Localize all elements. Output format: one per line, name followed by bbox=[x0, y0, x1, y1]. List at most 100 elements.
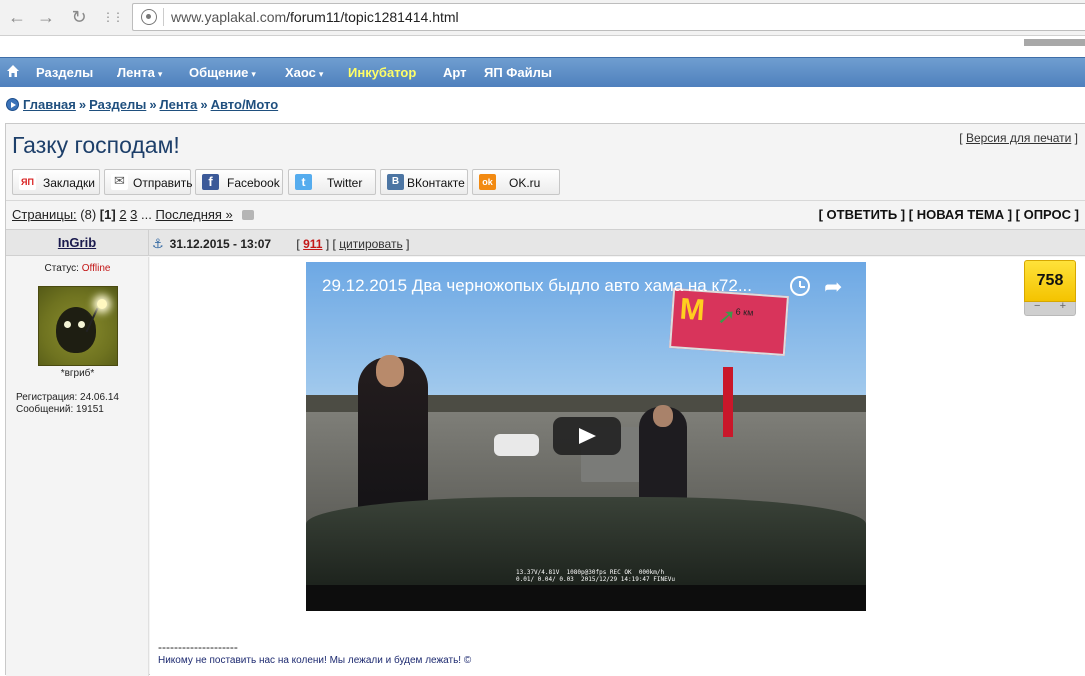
omnibox-separator bbox=[163, 8, 164, 26]
yap-icon: ЯП bbox=[19, 174, 36, 190]
browser-toolbar: ← → ↻ ⋮⋮ www.yaplakal.com/forum11/topic1… bbox=[0, 0, 1085, 36]
video-frame-sign bbox=[723, 367, 733, 437]
pagination: Страницы: (8) [1] 2 3 ... Последняя » bbox=[12, 207, 255, 222]
nav-files[interactable]: ЯП Файлы bbox=[484, 65, 552, 80]
page-link-3[interactable]: 3 bbox=[130, 207, 137, 222]
watch-later-icon[interactable] bbox=[790, 276, 810, 296]
topic-actions[interactable]: [ ОТВЕТИТЬ ] [ НОВАЯ ТЕМА ] [ ОПРОС ] bbox=[819, 207, 1079, 222]
nav-chaos[interactable]: Хаос ▾ bbox=[285, 65, 323, 80]
billboard-text: 6 км bbox=[735, 306, 754, 318]
rating-controls: − + bbox=[1024, 300, 1076, 316]
share-twitter-button[interactable]: t Twitter bbox=[288, 169, 376, 195]
avatar[interactable] bbox=[38, 286, 118, 366]
share-label: OK.ru bbox=[509, 176, 541, 190]
pagination-row: Страницы: (8) [1] 2 3 ... Последняя » [ … bbox=[6, 200, 1085, 228]
breadcrumb-feed[interactable]: Лента bbox=[160, 97, 198, 112]
messages-row: Сообщений: 19151 bbox=[16, 404, 119, 416]
youtube-video-player[interactable]: M ➚ 6 км 13.37V/4.81V 1080p@30fps REC OK… bbox=[306, 262, 866, 611]
video-title[interactable]: 29.12.2015 Два черножопых быдло авто хам… bbox=[322, 276, 752, 296]
video-letterbox bbox=[306, 585, 866, 611]
breadcrumb-sep: » bbox=[200, 97, 208, 112]
ok-icon: ok bbox=[479, 174, 496, 190]
share-vk-button[interactable]: В ВКонтакте bbox=[380, 169, 468, 195]
url-path: /forum11/topic1281414.html bbox=[286, 9, 459, 25]
post-date: 31.12.2015 - 13:07 bbox=[169, 237, 272, 251]
author-link[interactable]: InGrib bbox=[58, 235, 96, 250]
share-label: Отправить bbox=[133, 176, 193, 190]
nav-chat[interactable]: Общение ▾ bbox=[189, 65, 256, 80]
video-frame-person bbox=[358, 355, 428, 517]
pages-label[interactable]: Страницы: bbox=[12, 207, 77, 222]
home-icon[interactable] bbox=[6, 64, 20, 78]
current-page: [1] bbox=[99, 207, 116, 222]
print-version: [ Версия для печати ] bbox=[959, 131, 1078, 145]
billboard-logo: M bbox=[678, 292, 706, 328]
share-email-button[interactable]: ✉ Отправить bbox=[104, 169, 193, 195]
post-author: InGrib bbox=[6, 230, 149, 255]
page-title: Газку господам! bbox=[12, 132, 180, 158]
messages-label: Сообщений: bbox=[16, 404, 74, 415]
topic-container: Газку господам! [ Версия для печати ] ЯП… bbox=[5, 123, 1085, 676]
share-bookmarks-button[interactable]: ЯП Закладки bbox=[12, 169, 100, 195]
last-page-link[interactable]: Последняя » bbox=[156, 207, 233, 222]
url-text[interactable]: www.yaplakal.com/forum11/topic1281414.ht… bbox=[171, 9, 459, 25]
nav-feed-label: Лента bbox=[117, 65, 155, 80]
breadcrumb-sep: » bbox=[149, 97, 157, 112]
post-number[interactable]: 911 bbox=[303, 237, 322, 251]
share-label: Facebook bbox=[227, 176, 280, 190]
twitter-icon: t bbox=[295, 174, 312, 190]
lantern-shape bbox=[97, 299, 107, 309]
nav-incubator[interactable]: Инкубатор bbox=[348, 65, 416, 80]
author-nickname: *вгриб* bbox=[60, 368, 95, 379]
forward-button[interactable]: → bbox=[34, 6, 58, 28]
page-link-2[interactable]: 2 bbox=[119, 207, 126, 222]
quote-link[interactable]: цитировать bbox=[339, 237, 403, 251]
reload-button[interactable]: ↻ bbox=[67, 6, 91, 28]
nav-feed[interactable]: Лента ▾ bbox=[117, 65, 162, 80]
registration-row: Регистрация: 24.06.14 bbox=[16, 392, 119, 404]
breadcrumb-home[interactable]: Главная bbox=[23, 97, 76, 112]
status-badge: Offline bbox=[81, 263, 111, 274]
apps-button[interactable]: ⋮⋮ bbox=[100, 6, 124, 28]
site-info-icon[interactable] bbox=[141, 9, 157, 25]
nav-chat-label: Общение bbox=[189, 65, 249, 80]
rating-value: 758 bbox=[1024, 260, 1076, 302]
nav-art[interactable]: Арт bbox=[443, 65, 467, 80]
share-facebook-button[interactable]: f Facebook bbox=[195, 169, 283, 195]
billboard-arrow-icon: ➚ bbox=[716, 303, 737, 330]
post-meta: ⚓ 31.12.2015 - 13:07 [ 911 ] [ цитировать… bbox=[152, 236, 409, 252]
anchor-icon[interactable]: ⚓ bbox=[152, 236, 164, 251]
back-button[interactable]: ← bbox=[5, 6, 29, 28]
share-label: Закладки bbox=[43, 176, 95, 190]
dashcam-overlay: 13.37V/4.81V 1080p@30fps REC OK 000km/h … bbox=[516, 569, 675, 583]
vote-down-button[interactable]: − bbox=[1034, 300, 1040, 312]
post-rating: 758 − + bbox=[1024, 260, 1076, 316]
chevron-down-icon: ▾ bbox=[157, 69, 163, 79]
share-icon[interactable]: ➦ bbox=[824, 274, 842, 300]
facebook-icon: f bbox=[202, 174, 219, 190]
messages-count: 19151 bbox=[76, 404, 104, 415]
share-ok-button[interactable]: ok OK.ru bbox=[472, 169, 560, 195]
nav-chaos-label: Хаос bbox=[285, 65, 316, 80]
page-count: (8) bbox=[80, 207, 97, 222]
nav-sections[interactable]: Разделы bbox=[36, 65, 93, 80]
vote-up-button[interactable]: + bbox=[1060, 300, 1066, 312]
bracket: ] bbox=[406, 237, 410, 251]
registration-label: Регистрация: bbox=[16, 392, 78, 403]
chevron-down-icon: ▾ bbox=[318, 69, 324, 79]
pager-ellipsis: ... bbox=[141, 207, 152, 222]
dropdown-icon[interactable] bbox=[242, 210, 255, 220]
breadcrumb-sep: » bbox=[78, 97, 87, 112]
status-label: Статус: bbox=[44, 263, 79, 274]
vk-icon: В bbox=[387, 174, 404, 190]
play-button[interactable] bbox=[553, 417, 621, 455]
envelope-icon: ✉ bbox=[111, 174, 128, 190]
bracket: [ bbox=[296, 237, 300, 251]
address-bar[interactable]: www.yaplakal.com/forum11/topic1281414.ht… bbox=[132, 3, 1085, 31]
breadcrumb-auto[interactable]: Авто/Мото bbox=[211, 97, 279, 112]
print-version-link[interactable]: Версия для печати bbox=[966, 131, 1071, 145]
top-navigation: Разделы Лента ▾ Общение ▾ Хаос ▾ Инкубатор … bbox=[0, 57, 1085, 87]
bookmarks-strip bbox=[1024, 39, 1085, 46]
bracket: [ bbox=[959, 131, 963, 145]
breadcrumb-sections[interactable]: Разделы bbox=[89, 97, 146, 112]
